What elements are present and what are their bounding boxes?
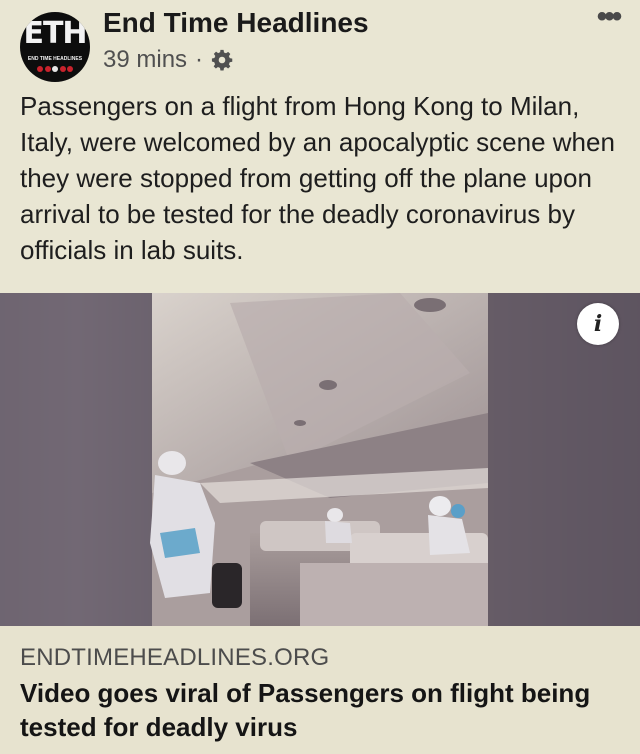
logo-dot — [37, 66, 43, 72]
avatar-logo-letters: ETH — [23, 16, 87, 51]
meta-separator: · — [195, 46, 204, 73]
link-headline[interactable]: Video goes viral of Passengers on flight… — [20, 676, 620, 744]
post-text: Passengers on a flight from Hong Kong to… — [20, 91, 615, 265]
logo-dot — [52, 66, 58, 72]
gear-icon — [211, 49, 233, 71]
post-timestamp[interactable]: 39 mins — [103, 46, 187, 74]
page-avatar[interactable]: ETH END TIME HEADLINES — [20, 12, 90, 82]
link-domain: ENDTIMEHEADLINES.ORG — [20, 644, 330, 671]
logo-dot — [44, 66, 51, 72]
link-card-footer: ENDTIMEHEADLINES.ORG Video goes viral of… — [0, 626, 640, 754]
more-options-button[interactable]: ••• — [590, 2, 626, 34]
avatar-logo-dots — [37, 66, 73, 74]
video-thumbnail[interactable]: i — [0, 293, 640, 626]
post-header: ETH END TIME HEADLINES End Time Headline… — [0, 0, 640, 86]
link-preview-card[interactable]: i ENDTIMEHEADLINES.ORG Video goes viral … — [0, 293, 640, 754]
airplane-cabin-scene — [0, 293, 640, 626]
logo-dot — [67, 66, 73, 72]
avatar-logo-subtitle: END TIME HEADLINES — [27, 56, 83, 62]
post-meta: 39 mins · — [103, 45, 233, 75]
page-name-link[interactable]: End Time Headlines — [103, 7, 369, 39]
info-button[interactable]: i — [577, 303, 619, 345]
logo-dot — [59, 66, 66, 72]
